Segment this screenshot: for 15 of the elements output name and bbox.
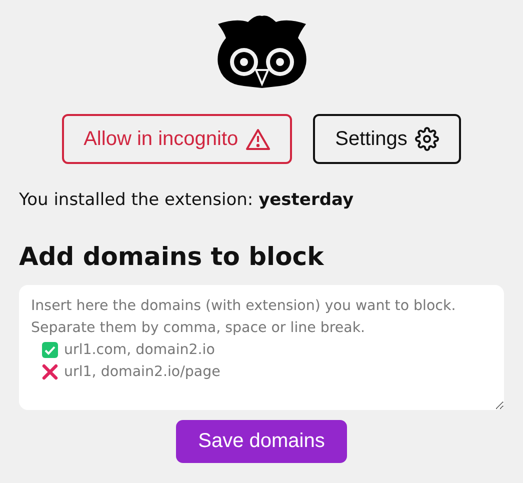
field-hint: Separate them by comma, space or line break. [31,319,366,338]
allow-incognito-button[interactable]: Allow in incognito [62,114,292,164]
owl-logo-icon [216,14,308,88]
warning-icon [246,128,270,150]
cross-icon [42,364,58,380]
example-text: url1, domain2.io/page [64,363,220,382]
domains-field[interactable] [19,285,504,410]
field-hint: Insert here the domains (with extension) you want to block. [31,297,457,316]
section-title: Add domains to block [19,242,325,271]
settings-icon [415,127,440,151]
save-domains-button[interactable]: Save domains [176,420,347,463]
check-icon [42,342,58,358]
install-info: You installed the extension: yesterday [19,190,355,210]
example-text: url1.com, domain2.io [64,341,215,360]
settings-button[interactable]: Settings [313,114,462,164]
